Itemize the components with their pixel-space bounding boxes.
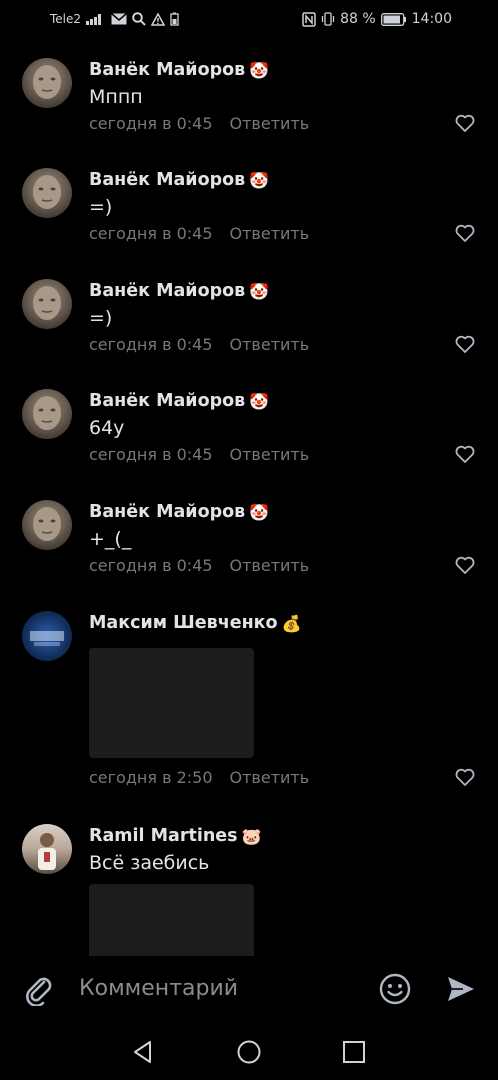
battery-saver-icon xyxy=(170,11,179,27)
comment-text: 64у xyxy=(89,417,125,439)
clown-emoji-icon: 🤡 xyxy=(249,391,270,411)
author-name: Ванёк Майоров xyxy=(89,281,246,301)
clown-emoji-icon: 🤡 xyxy=(249,60,270,80)
comment-author[interactable]: Ванёк Майоров 🤡 xyxy=(89,281,269,301)
avatar[interactable] xyxy=(22,500,72,550)
heart-outline-icon[interactable] xyxy=(455,335,475,353)
author-name: Ванёк Майоров xyxy=(89,391,246,411)
warning-icon xyxy=(151,11,166,27)
avatar[interactable] xyxy=(22,824,72,874)
clown-emoji-icon: 🤡 xyxy=(249,502,270,522)
pig-emoji-icon: 🐷 xyxy=(241,826,262,846)
author-name: Ванёк Майоров xyxy=(89,170,246,190)
avatar[interactable] xyxy=(22,168,72,218)
author-name: Максим Шевченко xyxy=(89,613,278,633)
comment-author[interactable]: Ramil Martines 🐷 xyxy=(89,826,262,846)
comment-author[interactable]: Ванёк Майоров 🤡 xyxy=(89,170,269,190)
clock: 14:00 xyxy=(411,11,452,27)
status-bar: Tele2 88 % 14:00 xyxy=(0,0,498,38)
paperclip-icon[interactable] xyxy=(24,974,54,1006)
reply-button[interactable]: Ответить xyxy=(230,556,310,575)
comment-meta: сегодня в 0:45 Ответить xyxy=(89,556,309,575)
reply-button[interactable]: Ответить xyxy=(230,114,310,133)
heart-outline-icon[interactable] xyxy=(455,445,475,463)
comment-text: +_(_ xyxy=(89,528,132,550)
system-nav-bar xyxy=(0,1024,498,1080)
carrier-label: Tele2 xyxy=(50,12,82,26)
comment-time: сегодня в 0:45 xyxy=(89,224,213,243)
author-name: Ванёк Майоров xyxy=(89,502,246,522)
search-icon xyxy=(132,11,146,27)
heart-outline-icon[interactable] xyxy=(455,224,475,242)
comment-author[interactable]: Ванёк Майоров 🤡 xyxy=(89,502,269,522)
comments-list[interactable]: Ванёк Майоров 🤡 Мппп сегодня в 0:45 Отве… xyxy=(0,38,498,956)
comment-time: сегодня в 0:45 xyxy=(89,335,213,354)
money-bag-emoji-icon: 💰 xyxy=(281,613,302,633)
clown-emoji-icon: 🤡 xyxy=(249,281,270,301)
send-icon[interactable] xyxy=(446,974,476,1004)
comment-input[interactable]: Комментарий xyxy=(79,976,238,1001)
comment-composer: Комментарий xyxy=(0,956,498,1024)
comment-time: сегодня в 0:45 xyxy=(89,114,213,133)
comment-text: Всё заебись xyxy=(89,852,210,874)
avatar[interactable] xyxy=(22,58,72,108)
clown-emoji-icon: 🤡 xyxy=(249,170,270,190)
smile-icon[interactable] xyxy=(379,973,411,1005)
avatar[interactable] xyxy=(22,279,72,329)
reply-button[interactable]: Ответить xyxy=(230,445,310,464)
battery-icon xyxy=(380,11,407,27)
mail-icon xyxy=(111,11,128,27)
circle-home-icon[interactable] xyxy=(235,1038,263,1066)
comment-meta: сегодня в 0:45 Ответить xyxy=(89,445,309,464)
comment-author[interactable]: Максим Шевченко 💰 xyxy=(89,613,302,633)
heart-outline-icon[interactable] xyxy=(455,768,475,786)
author-name: Ванёк Майоров xyxy=(89,60,246,80)
comment-meta: сегодня в 0:45 Ответить xyxy=(89,335,309,354)
reply-button[interactable]: Ответить xyxy=(230,224,310,243)
media-attachment[interactable] xyxy=(89,648,254,758)
heart-outline-icon[interactable] xyxy=(455,556,475,574)
avatar[interactable] xyxy=(22,389,72,439)
comment-time: сегодня в 2:50 xyxy=(89,768,213,787)
nfc-icon xyxy=(302,11,316,27)
comment-meta: сегодня в 0:45 Ответить xyxy=(89,114,309,133)
square-recents-icon[interactable] xyxy=(340,1038,368,1066)
comment-meta: сегодня в 2:50 Ответить xyxy=(89,768,309,787)
signal-icon xyxy=(86,11,106,27)
comment-time: сегодня в 0:45 xyxy=(89,556,213,575)
reply-button[interactable]: Ответить xyxy=(230,335,310,354)
vibrate-icon xyxy=(321,11,335,27)
reply-button[interactable]: Ответить xyxy=(230,768,310,787)
comment-author[interactable]: Ванёк Майоров 🤡 xyxy=(89,391,269,411)
battery-percent: 88 % xyxy=(340,11,376,27)
triangle-back-icon[interactable] xyxy=(129,1038,157,1066)
avatar[interactable] xyxy=(22,611,72,661)
media-attachment[interactable] xyxy=(89,884,254,956)
comment-time: сегодня в 0:45 xyxy=(89,445,213,464)
comment-meta: сегодня в 0:45 Ответить xyxy=(89,224,309,243)
comment-text: =) xyxy=(89,307,113,329)
comment-text: =) xyxy=(89,196,113,218)
comment-author[interactable]: Ванёк Майоров 🤡 xyxy=(89,60,269,80)
heart-outline-icon[interactable] xyxy=(455,114,475,132)
author-name: Ramil Martines xyxy=(89,826,238,846)
comment-text: Мппп xyxy=(89,86,143,108)
